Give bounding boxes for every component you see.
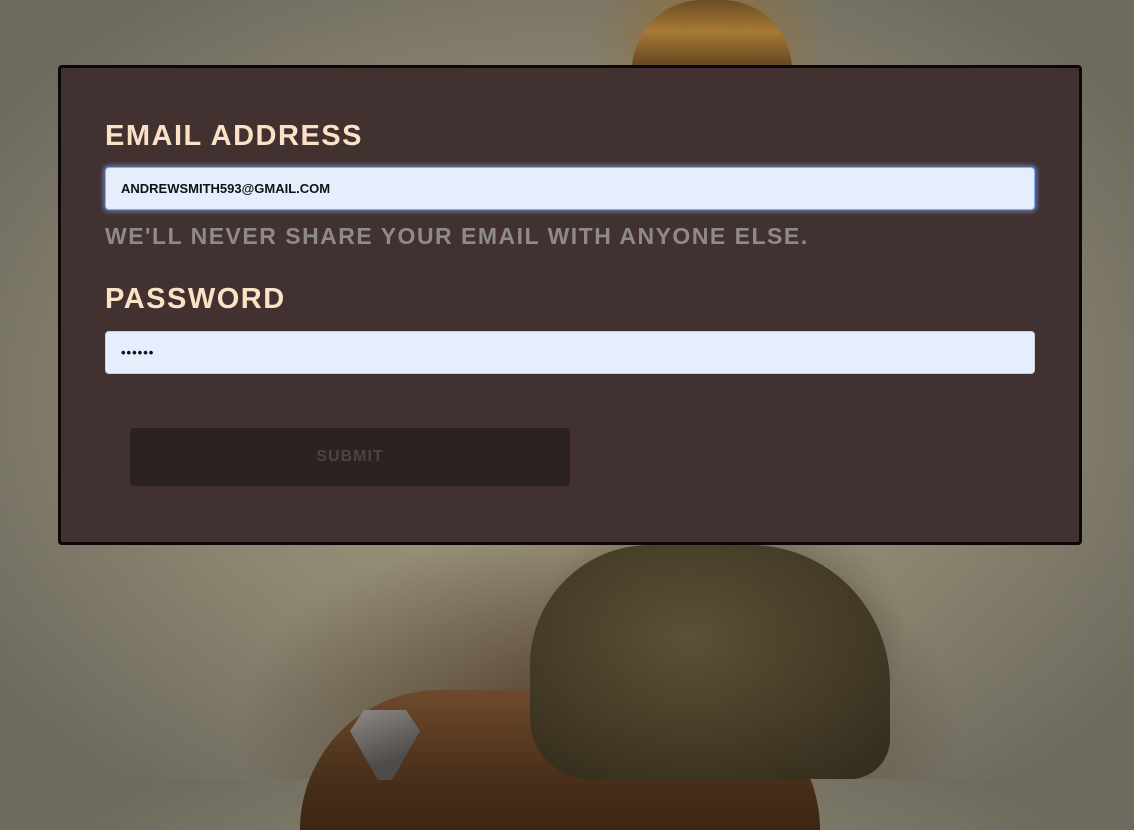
background-sword-hilt xyxy=(632,0,792,70)
login-form-panel: Email address We'll never share your ema… xyxy=(58,65,1082,545)
password-label: Password xyxy=(105,283,286,315)
password-input[interactable] xyxy=(105,331,1035,374)
email-input[interactable] xyxy=(105,167,1035,210)
submit-button[interactable]: Submit xyxy=(130,428,570,486)
background-gauntlet xyxy=(530,545,890,779)
email-help-text: We'll never share your email with anyone… xyxy=(105,223,809,249)
email-label: Email address xyxy=(105,120,363,152)
